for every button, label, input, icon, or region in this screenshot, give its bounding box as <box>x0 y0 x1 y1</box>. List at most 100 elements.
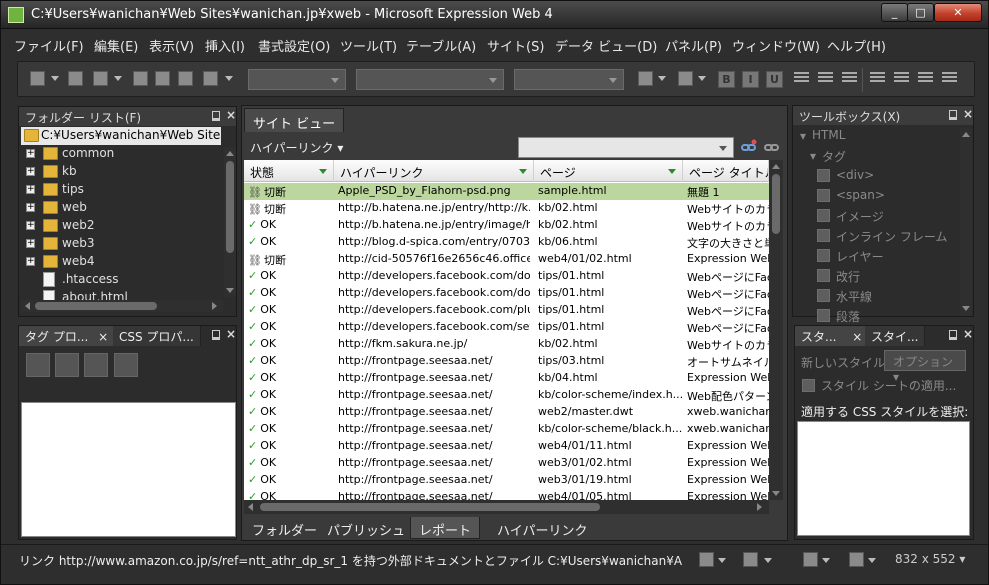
expand-icon[interactable]: + <box>26 203 35 212</box>
filter-arrow-icon[interactable] <box>319 169 327 174</box>
toolbox-item[interactable]: 段落 <box>793 306 958 326</box>
hyperlink-filter-combo[interactable] <box>518 137 734 158</box>
table-row[interactable]: ✓ OK http://frontpage.seesaa.net/kb/color-… <box>244 387 769 404</box>
scroll-thumb[interactable] <box>260 503 600 511</box>
save-all-icon[interactable] <box>155 71 170 86</box>
chevron-down-icon[interactable] <box>822 558 830 563</box>
chevron-down-icon[interactable] <box>658 76 666 81</box>
folder-item[interactable]: + kb <box>19 163 219 181</box>
filter-arrow-icon[interactable] <box>519 169 527 174</box>
minimize-button[interactable]: _ <box>881 3 908 22</box>
italic-button[interactable]: I <box>742 71 759 88</box>
column-page[interactable]: ページ <box>534 160 683 182</box>
doctype-icon[interactable] <box>849 552 864 567</box>
undo-icon[interactable] <box>638 71 653 86</box>
table-row[interactable]: ✓ OK http://frontpage.seesaa.net/web2/mast… <box>244 404 769 421</box>
toolbox-item[interactable]: 水平線 <box>793 286 958 306</box>
scroll-down-icon[interactable] <box>962 306 970 311</box>
filter-arrow-icon[interactable] <box>668 169 676 174</box>
scroll-down-icon[interactable] <box>772 491 780 496</box>
attach-style-sheet-link[interactable]: スタイル シートの適用... <box>821 377 956 394</box>
options-dropdown[interactable]: オプション ▾ <box>884 350 966 384</box>
page-size-readout[interactable]: 832 x 552 ▾ <box>895 552 965 566</box>
file-item[interactable]: .htaccess <box>19 271 219 289</box>
maximize-button[interactable]: □ <box>907 3 934 22</box>
table-row[interactable]: ✓ OK http://b.hatena.ne.jp/entry/image/h..… <box>244 217 769 234</box>
scroll-up-icon[interactable] <box>772 164 780 169</box>
menu-edit[interactable]: 編集(E) <box>94 36 138 55</box>
pin-icon[interactable] <box>949 330 957 340</box>
new-style-link[interactable]: 新しいスタイル... <box>801 354 896 371</box>
chevron-down-icon[interactable] <box>764 558 772 563</box>
scroll-up-icon[interactable] <box>226 151 234 156</box>
tab-reports[interactable]: レポート <box>410 517 481 539</box>
table-row[interactable]: ✓ OK http://developers.facebook.com/do... t… <box>244 268 769 285</box>
scroll-down-icon[interactable] <box>226 288 234 293</box>
show-set-properties-icon[interactable] <box>84 353 108 377</box>
menu-format[interactable]: 書式設定(O) <box>258 36 330 55</box>
tab-hyperlinks[interactable]: ハイパーリンク <box>489 517 596 539</box>
expand-icon[interactable]: + <box>26 185 35 194</box>
close-icon[interactable]: × <box>852 330 862 344</box>
menu-data-view[interactable]: データ ビュー(D) <box>555 36 657 55</box>
css-reports-icon[interactable] <box>743 552 758 567</box>
edit-hyperlink-icon[interactable] <box>763 139 780 156</box>
save-icon[interactable] <box>133 71 148 86</box>
tag-properties-grid[interactable] <box>21 402 236 537</box>
menu-help[interactable]: ヘルプ(H) <box>827 36 886 55</box>
css-style-list[interactable] <box>797 421 970 536</box>
toolbox-item[interactable]: レイヤー <box>793 246 958 266</box>
table-row[interactable]: ✓ OK http://frontpage.seesaa.net/web4/01/1… <box>244 438 769 455</box>
chevron-down-icon[interactable] <box>225 76 233 81</box>
html-compatibility-icon[interactable] <box>699 552 714 567</box>
visual-aids-icon[interactable] <box>803 552 818 567</box>
bold-button[interactable]: B <box>718 71 735 88</box>
root-folder-path[interactable]: C:¥Users¥wanichan¥Web Sites¥wan <box>21 127 221 145</box>
tab-tag-properties[interactable]: タグ プロ... × <box>19 326 116 346</box>
expand-icon[interactable]: + <box>26 257 35 266</box>
increase-indent-icon[interactable] <box>942 72 957 86</box>
pin-icon[interactable] <box>212 111 220 121</box>
site-view-tab[interactable]: サイト ビュー <box>244 108 345 132</box>
table-row[interactable]: ✓ OK http://fkm.sakura.ne.jp/kb/02.html Web… <box>244 336 769 353</box>
hyperlink-menu[interactable]: ハイパーリンク ▾ <box>250 139 343 156</box>
chevron-down-icon[interactable] <box>114 76 122 81</box>
toolbox-vscrollbar[interactable] <box>960 128 972 316</box>
table-row[interactable]: ✓ OK http://developers.facebook.com/plu...… <box>244 302 769 319</box>
toolbox-item[interactable]: 改行 <box>793 266 958 286</box>
chevron-down-icon[interactable] <box>51 76 59 81</box>
collapse-icon[interactable]: ▾ <box>800 129 806 143</box>
align-center-icon[interactable] <box>818 72 833 86</box>
tab-manage-styles[interactable]: スタイ... <box>865 326 926 346</box>
table-row[interactable]: ⛓ 切断 http://b.hatena.ne.jp/entry/http://k.… <box>244 200 769 217</box>
scroll-thumb[interactable] <box>35 302 157 310</box>
open-folder-icon[interactable] <box>93 71 108 86</box>
tab-publishing[interactable]: パブリッシュ <box>319 517 414 539</box>
collapse-icon[interactable]: ▾ <box>810 149 816 163</box>
new-document-icon[interactable] <box>30 71 45 86</box>
folder-item[interactable]: + web <box>19 199 219 217</box>
bulleted-list-icon[interactable] <box>894 72 909 86</box>
toolbox-category[interactable]: ▾ HTML <box>793 126 958 146</box>
grid-hscrollbar[interactable] <box>244 500 769 514</box>
close-button[interactable]: ✕ <box>934 3 982 22</box>
scroll-thumb[interactable] <box>226 161 234 253</box>
close-icon[interactable]: × <box>98 330 108 344</box>
chevron-down-icon[interactable] <box>698 76 706 81</box>
folder-item[interactable]: + common <box>19 145 219 163</box>
table-row[interactable]: ⛓ 切断 http://cid-50576f16e2656c46.office...… <box>244 251 769 268</box>
menu-insert[interactable]: 挿入(I) <box>205 36 245 55</box>
expand-icon[interactable]: + <box>26 239 35 248</box>
scroll-up-icon[interactable] <box>962 132 970 137</box>
superpreview-icon[interactable] <box>178 71 193 86</box>
verify-hyperlinks-icon[interactable] <box>740 139 757 156</box>
expand-icon[interactable]: + <box>26 167 35 176</box>
close-icon[interactable]: × <box>226 108 236 122</box>
tab-apply-styles[interactable]: スタ... × <box>795 326 870 346</box>
table-row[interactable]: ✓ OK http://frontpage.seesaa.net/kb/04.htm… <box>244 370 769 387</box>
table-row[interactable]: ✓ OK http://developers.facebook.com/set...… <box>244 319 769 336</box>
open-icon[interactable] <box>68 71 83 86</box>
scroll-right-icon[interactable] <box>212 302 217 310</box>
tab-folders[interactable]: フォルダー <box>244 517 326 539</box>
scroll-right-icon[interactable] <box>757 503 762 511</box>
